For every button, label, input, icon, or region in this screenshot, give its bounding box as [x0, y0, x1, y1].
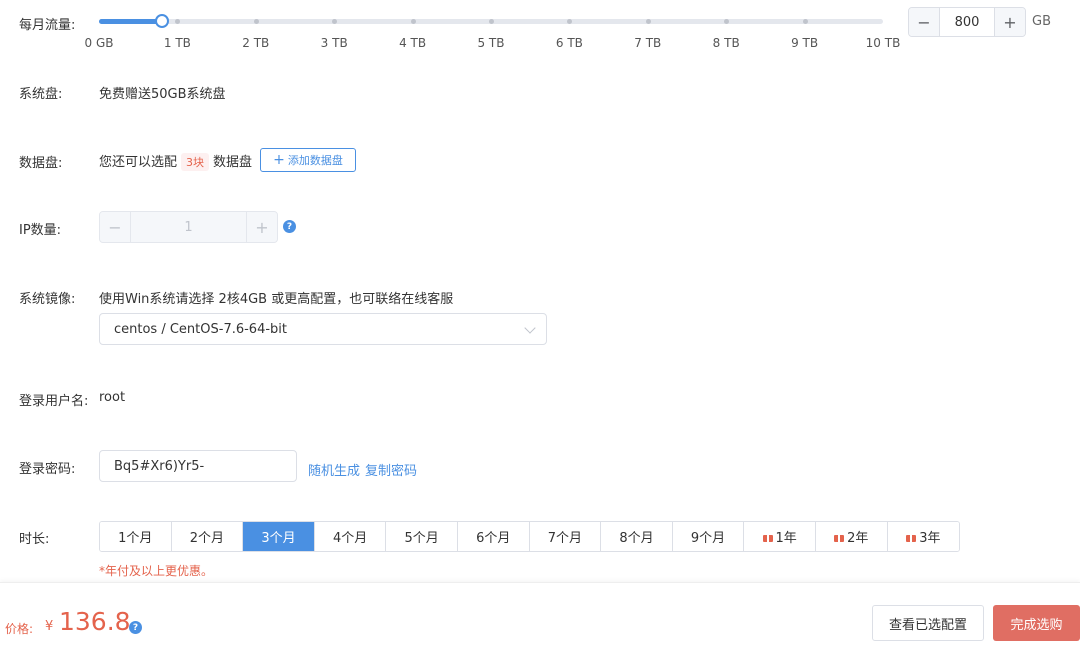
chevron-down-icon: [524, 322, 536, 334]
duration-note: *年付及以上更优惠。: [99, 564, 214, 578]
duration-option[interactable]: 1个月: [100, 522, 172, 551]
currency-symbol: ¥: [45, 619, 54, 634]
slider-stop: [175, 19, 181, 24]
password-input[interactable]: Bq5#Xr6)Yr5-: [99, 450, 297, 482]
slider-tick-label: 4 TB: [399, 36, 427, 50]
slider-fill: [99, 19, 162, 24]
duration-option[interactable]: 6个月: [457, 522, 530, 551]
duration-option-label: 8个月: [619, 531, 654, 546]
password-label: 登录密码:: [19, 462, 76, 477]
system-disk-label: 系统盘:: [19, 87, 63, 102]
slider-stop: [802, 19, 808, 24]
slider-tick-label: 6 TB: [555, 36, 583, 50]
data-disk-label: 数据盘:: [19, 156, 63, 171]
traffic-value-input[interactable]: 800: [939, 8, 995, 36]
duration-option[interactable]: 8个月: [601, 522, 673, 551]
image-select[interactable]: centos / CentOS-7.6-64-bit: [99, 313, 547, 345]
add-data-disk-label: 添加数据盘: [287, 154, 343, 167]
duration-option-label: 2年: [847, 531, 869, 546]
traffic-decrease-button[interactable]: −: [909, 8, 939, 36]
slider-tick-label: 3 TB: [320, 36, 348, 50]
ip-stepper[interactable]: − 1 +: [99, 211, 278, 243]
slider-stop: [645, 19, 651, 24]
complete-purchase-button[interactable]: 完成选购: [993, 605, 1080, 641]
slider-tick-label: 7 TB: [634, 36, 662, 50]
image-label: 系统镜像:: [19, 292, 76, 307]
duration-option-label: 4个月: [332, 531, 368, 546]
duration-option-label: 1个月: [118, 531, 153, 546]
slider-stop: [332, 19, 338, 24]
price-help-icon[interactable]: ?: [129, 621, 142, 634]
duration-option-label: 3年: [919, 531, 941, 546]
price-label: 价格:: [5, 622, 34, 636]
duration-option-label: 9个月: [690, 531, 726, 546]
slider-stop: [567, 19, 573, 24]
slider-tick-label: 5 TB: [477, 36, 505, 50]
duration-option-label: 1年: [775, 531, 797, 546]
gift-icon: [834, 531, 845, 542]
gift-icon: [906, 531, 917, 542]
slider-stop: [489, 19, 494, 24]
image-selected-value: centos / CentOS-7.6-64-bit: [114, 321, 287, 337]
traffic-slider[interactable]: [99, 14, 883, 28]
slider-thumb[interactable]: [154, 14, 169, 28]
random-password-link[interactable]: 随机生成: [308, 460, 360, 479]
data-disk-info: 您还可以选配 3块 数据盘: [99, 151, 252, 171]
ip-value-input[interactable]: 1: [130, 212, 247, 242]
traffic-unit: GB: [1032, 14, 1051, 29]
copy-password-link[interactable]: 复制密码: [365, 460, 417, 479]
duration-option-label: 7个月: [547, 531, 582, 546]
duration-option[interactable]: 5个月: [386, 522, 458, 551]
duration-label: 时长:: [19, 532, 50, 547]
duration-option[interactable]: 2个月: [171, 522, 244, 551]
slider-stop: [410, 19, 416, 24]
username-value: root: [99, 390, 126, 405]
ip-increase-button[interactable]: +: [247, 212, 277, 242]
footer-bar: 价格: ¥ 136.8 ? 查看已选配置 完成选购: [0, 582, 1080, 645]
system-disk-text: 免费赠送50GB系统盘: [99, 87, 226, 102]
duration-option-label: 2个月: [189, 531, 225, 546]
gift-icon: [762, 531, 773, 542]
data-disk-suffix: 数据盘: [213, 155, 253, 170]
ip-help-icon[interactable]: ?: [283, 220, 296, 233]
slider-stop: [724, 19, 730, 24]
image-hint: 使用Win系统请选择 2核4GB 或更高配置，也可联络在线客服: [99, 292, 454, 307]
duration-option-label: 3个月: [261, 531, 296, 546]
add-data-disk-button[interactable]: + 添加数据盘: [260, 148, 356, 172]
password-value: Bq5#Xr6)Yr5-: [114, 458, 205, 474]
duration-option[interactable]: 2年: [815, 522, 888, 551]
slider-stop: [253, 19, 259, 24]
slider-tick-label: 8 TB: [712, 36, 740, 50]
duration-option[interactable]: 7个月: [529, 522, 602, 551]
data-disk-prefix: 您还可以选配: [99, 155, 178, 170]
slider-tick-label: 10 TB: [865, 36, 901, 50]
duration-option-label: 5个月: [404, 531, 439, 546]
ip-label: IP数量:: [19, 223, 62, 238]
username-label: 登录用户名:: [19, 394, 89, 409]
plus-icon: +: [273, 152, 285, 168]
data-disk-count-badge: 3块: [181, 153, 210, 171]
duration-option[interactable]: 3个月: [243, 522, 315, 551]
price-value: 136.8: [59, 607, 131, 636]
duration-option[interactable]: 1年: [744, 522, 816, 551]
duration-options: 1个月 2个月 3个月 4个月 5个月 6个月 7个月 8个月 9个月 1年 2年 3年: [99, 521, 961, 552]
slider-tick-label: 0 GB: [84, 36, 114, 50]
slider-tick-label: 2 TB: [242, 36, 270, 50]
ip-decrease-button[interactable]: −: [100, 212, 130, 242]
slider-tick-label: 9 TB: [791, 36, 819, 50]
duration-option[interactable]: 9个月: [672, 522, 745, 551]
slider-tick-label: 1 TB: [163, 36, 191, 50]
traffic-increase-button[interactable]: +: [995, 8, 1025, 36]
traffic-label: 每月流量:: [19, 18, 76, 33]
traffic-stepper[interactable]: − 800 +: [908, 7, 1026, 37]
duration-option[interactable]: 4个月: [314, 522, 387, 551]
view-config-button[interactable]: 查看已选配置: [872, 605, 984, 641]
duration-option[interactable]: 3年: [887, 522, 960, 551]
duration-option-label: 6个月: [476, 531, 511, 546]
